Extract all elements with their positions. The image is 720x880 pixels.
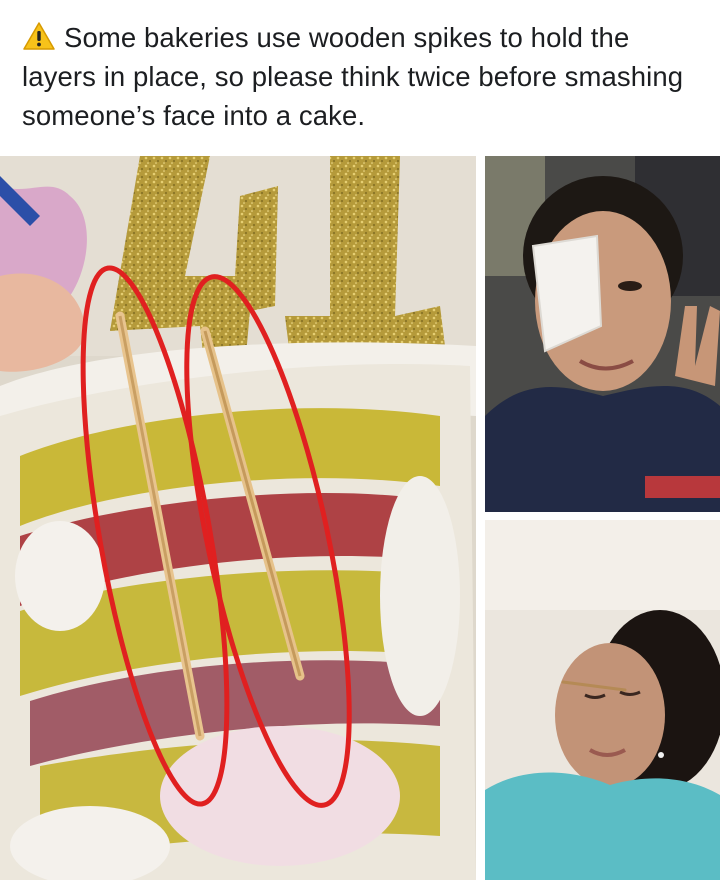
caption-text: Some bakeries use wooden spikes to hold … [22,22,684,131]
post-caption: Some bakeries use wooden spikes to hold … [22,18,702,135]
warning-icon [22,21,56,51]
temple-spike-photo[interactable] [485,520,720,880]
post: Some bakeries use wooden spikes to hold … [0,0,720,880]
eye-patch-photo[interactable] [485,156,720,512]
cake-photo[interactable] [0,156,476,880]
